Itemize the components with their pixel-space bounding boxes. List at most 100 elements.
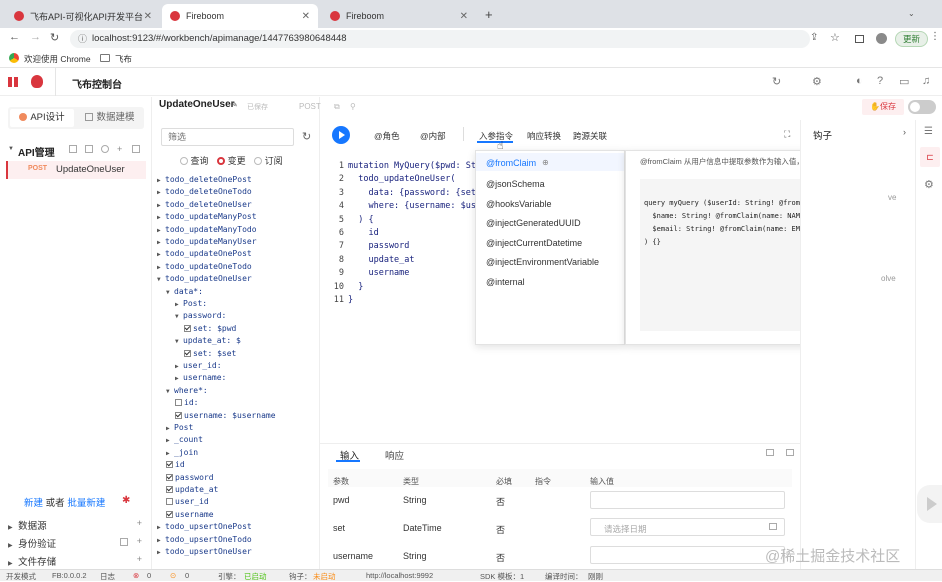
tree-node[interactable]: ▼ update_at: $: [175, 334, 241, 347]
status-url[interactable]: http://localhost:9992: [366, 571, 433, 580]
copy-icon[interactable]: ⧉: [334, 102, 340, 112]
link-icon[interactable]: ⚲: [350, 102, 356, 111]
edit-pencil-icon[interactable]: ✎: [231, 100, 238, 109]
toggle-switch[interactable]: [908, 100, 936, 114]
tree-node[interactable]: id: [166, 458, 185, 471]
caret-down-icon[interactable]: ▼: [157, 273, 165, 286]
collapse-panel-icon[interactable]: [786, 449, 794, 456]
tree-checkbox[interactable]: [184, 324, 191, 332]
side-panel-icon[interactable]: [855, 35, 864, 43]
value-input-username[interactable]: [590, 546, 785, 564]
tree-checkbox[interactable]: [166, 498, 173, 506]
new-folder-icon[interactable]: [69, 145, 77, 153]
toolbar-internal[interactable]: @内部: [420, 130, 446, 142]
radio-query[interactable]: [180, 157, 188, 165]
section-datasource[interactable]: ▶ 数据源 +: [8, 518, 146, 532]
copy-params-icon[interactable]: [766, 449, 774, 456]
tree-node[interactable]: ▶ Post:: [175, 297, 207, 310]
filter-icon[interactable]: [101, 145, 109, 153]
tree-checkbox[interactable]: [166, 461, 173, 469]
close-tab-icon[interactable]: ✕: [460, 11, 468, 22]
tree-node[interactable]: ▼ password:: [175, 309, 226, 322]
forward-arrow-icon[interactable]: →: [30, 31, 41, 43]
directive-option-internal[interactable]: @internal: [486, 277, 525, 287]
toolbar-cross-source[interactable]: 跨源关联: [573, 130, 607, 142]
auth-config-icon[interactable]: [120, 538, 128, 546]
add-icon[interactable]: +: [137, 554, 142, 564]
more-menu-icon[interactable]: ⋮: [930, 31, 940, 42]
section-auth[interactable]: ▶ 身份验证 +: [8, 536, 146, 550]
tree-node[interactable]: user_id: [166, 495, 209, 508]
tree-node[interactable]: id:: [175, 396, 198, 409]
tree-node[interactable]: ▶ todo_upsertOneUser: [157, 545, 252, 558]
batch-new-link[interactable]: 批量新建: [67, 498, 105, 509]
url-field[interactable]: ⓘ localhost:9123/#/workbench/apimanage/1…: [70, 30, 810, 48]
date-picker-set[interactable]: 请选择日期: [590, 518, 785, 536]
status-warnings[interactable]: 0: [185, 571, 189, 580]
caret-down-icon[interactable]: ▼: [166, 385, 174, 398]
profile-avatar-icon[interactable]: [876, 33, 887, 44]
value-input-pwd[interactable]: [590, 491, 785, 509]
add-api-icon[interactable]: +: [117, 144, 122, 154]
layers-icon[interactable]: ☰: [924, 126, 933, 137]
tree-node[interactable]: username: [166, 508, 214, 521]
app-grid-icon[interactable]: [8, 77, 18, 87]
tree-node[interactable]: ▶ todo_updateManyUser: [157, 235, 257, 248]
caret-right-icon[interactable]: ▶: [157, 546, 165, 559]
close-tab-icon[interactable]: ✕: [144, 11, 152, 22]
github-icon[interactable]: ◐: [856, 75, 863, 87]
bookmark-star-icon[interactable]: ☆: [830, 31, 840, 44]
tree-node[interactable]: ▶ todo_updateManyPost: [157, 210, 257, 223]
site-info-icon[interactable]: ⓘ: [78, 30, 87, 48]
filter-input[interactable]: [161, 128, 294, 146]
tree-node[interactable]: ▶ _count: [166, 433, 203, 446]
close-tab-icon[interactable]: ✕: [302, 11, 310, 22]
new-api-link[interactable]: 新建: [24, 498, 43, 509]
gear-icon[interactable]: ⚙: [924, 178, 934, 191]
caret-down-icon[interactable]: ▼: [175, 335, 183, 348]
tree-node[interactable]: set: $set: [184, 347, 236, 360]
add-icon[interactable]: +: [137, 518, 142, 528]
tree-node[interactable]: update_at: [166, 483, 218, 496]
tree-checkbox[interactable]: [175, 399, 182, 407]
tree-node[interactable]: ▼ where*:: [166, 384, 208, 397]
tree-node[interactable]: ▶ user_id:: [175, 359, 222, 372]
browser-tab-2[interactable]: Fireboom ✕: [162, 4, 318, 28]
code-editor[interactable]: 1 mutation MyQuery($pwd: St 2 todo_updateO…: [320, 161, 480, 311]
refresh-tree-icon[interactable]: ↻: [302, 130, 311, 143]
radio-subscription[interactable]: [254, 157, 263, 165]
tree-node[interactable]: ▼ data*:: [166, 285, 203, 298]
api-collapse-chevron-icon[interactable]: ▼: [8, 146, 14, 152]
status-log[interactable]: 日志: [100, 571, 115, 582]
tree-node[interactable]: ▶ todo_updateOneTodo: [157, 260, 252, 273]
tree-node[interactable]: ▶ _join: [166, 446, 198, 459]
message-icon[interactable]: ▭: [899, 75, 909, 88]
refresh-icon[interactable]: ↻: [772, 75, 781, 88]
caret-down-icon[interactable]: ▼: [175, 310, 183, 323]
toolbar-response-transform[interactable]: 响应转换: [527, 130, 561, 142]
directive-option-fromclaim[interactable]: @fromClaim: [486, 158, 536, 168]
more-actions-icon[interactable]: [132, 145, 140, 153]
tree-node[interactable]: ▶ todo_updateOnePost: [157, 247, 252, 260]
tree-node[interactable]: ▼ todo_updateOneUser: [157, 272, 252, 285]
status-errors[interactable]: 0: [147, 571, 151, 580]
update-button[interactable]: 更新: [895, 31, 929, 47]
reload-icon[interactable]: ↻: [50, 31, 59, 44]
caret-down-icon[interactable]: ▼: [166, 286, 174, 299]
tree-node[interactable]: ▶ todo_upsertOnePost: [157, 520, 252, 533]
tree-node[interactable]: username: $username: [175, 409, 276, 422]
api-item-updateoneuser[interactable]: POST UpdateOneUser: [6, 161, 146, 179]
settings-icon[interactable]: ⚙: [812, 75, 822, 88]
chevron-right-icon[interactable]: ›: [903, 127, 906, 137]
tree-node[interactable]: ▶ todo_updateManyTodo: [157, 223, 257, 236]
tab-api-design[interactable]: API设计: [10, 109, 74, 127]
section-storage[interactable]: ▶ 文件存储 +: [8, 554, 146, 568]
bookmark-feibu[interactable]: 飞布: [115, 53, 132, 65]
tree-node[interactable]: password: [166, 471, 214, 484]
toolbar-role[interactable]: @角色: [374, 130, 400, 142]
directive-option-injectgenerateduuid[interactable]: @injectGeneratedUUID: [486, 218, 581, 228]
tab-response[interactable]: 响应: [385, 448, 404, 462]
directive-option-injectenvironmentvariable[interactable]: @injectEnvironmentVariable: [486, 257, 599, 267]
fullscreen-icon[interactable]: ⛶: [784, 129, 790, 140]
tree-node[interactable]: ▶ todo_deleteOneUser: [157, 198, 252, 211]
